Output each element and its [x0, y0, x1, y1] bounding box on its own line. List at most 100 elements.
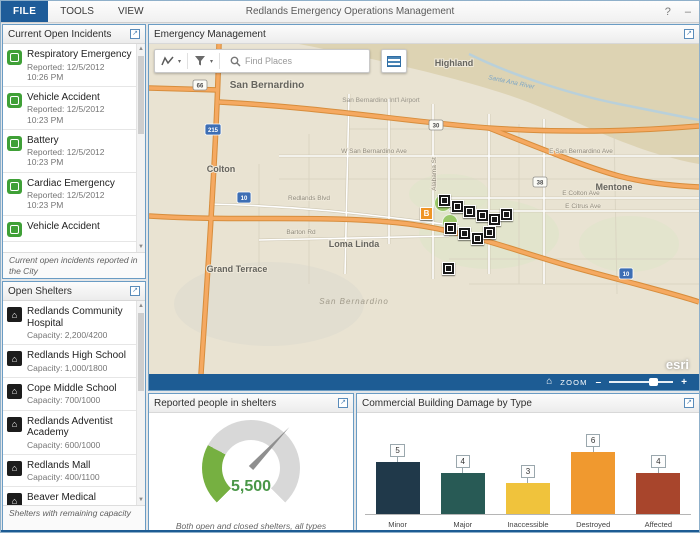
map-panel-title: Emergency Management: [154, 29, 266, 40]
incident-list-item[interactable]: Vehicle Accident Reported: 12/5/2012 10:…: [3, 87, 136, 130]
app-window: FILE TOOLS VIEW Redlands Emergency Opera…: [0, 0, 700, 533]
shelter-list-item[interactable]: Cope Middle School Capacity: 700/1000: [3, 378, 136, 411]
map-label: Colton: [207, 164, 236, 174]
zoom-slider[interactable]: [609, 381, 673, 383]
bar-chart-panel-title: Commercial Building Damage by Type: [362, 398, 532, 409]
shelter-list-item[interactable]: Redlands Community Hospital Capacity: 2,…: [3, 301, 136, 345]
chevron-down-icon[interactable]: [178, 58, 181, 65]
esri-logo: esri: [666, 357, 689, 372]
search-icon: [230, 56, 241, 67]
chevron-down-icon[interactable]: [210, 58, 213, 65]
damage-marker-icon[interactable]: [458, 227, 471, 240]
menu-tools[interactable]: TOOLS: [48, 1, 106, 22]
minimize-button[interactable]: –: [685, 6, 691, 18]
svg-text:66: 66: [197, 84, 204, 90]
zoom-label: ZOOM: [560, 378, 587, 387]
draw-tool-icon[interactable]: [161, 55, 174, 68]
menu-view[interactable]: VIEW: [106, 1, 156, 22]
find-places-input[interactable]: [245, 56, 363, 66]
bar-category-label: Minor: [370, 520, 426, 529]
zoom-out-button[interactable]: –: [596, 377, 602, 388]
scroll-thumb[interactable]: [138, 56, 144, 134]
scroll-thumb[interactable]: [138, 313, 144, 391]
incident-list-item[interactable]: Vehicle Accident: [3, 216, 136, 242]
damage-marker-icon[interactable]: [442, 262, 455, 275]
svg-text:10: 10: [241, 196, 248, 202]
svg-text:10: 10: [623, 272, 630, 278]
app-title: Redlands Emergency Operations Management: [246, 1, 454, 23]
home-icon[interactable]: [546, 374, 552, 390]
window-bottom-accent: [1, 530, 699, 532]
shelter-list-item[interactable]: Redlands Adventist Academy Capacity: 600…: [3, 411, 136, 455]
map-label: Grand Terrace: [207, 264, 268, 274]
shelter-icon: [7, 493, 22, 505]
incident-list-item[interactable]: Respiratory Emergency Reported: 12/5/201…: [3, 44, 136, 87]
interstate-shield: 10: [619, 268, 633, 279]
shelters-scrollbar[interactable]: [136, 301, 145, 505]
popout-icon[interactable]: [684, 398, 694, 408]
scroll-down-icon[interactable]: [137, 242, 145, 252]
map-label: Highland: [435, 58, 474, 68]
bar[interactable]: [636, 473, 680, 514]
shelter-icon: [7, 384, 22, 399]
incidents-panel-header: Current Open Incidents: [3, 25, 145, 44]
bar-chart-panel: Commercial Building Damage by Type 5 4 3: [356, 393, 700, 532]
damage-marker-icon[interactable]: [500, 208, 513, 221]
filter-icon[interactable]: [194, 55, 206, 67]
zoom-in-button[interactable]: +: [681, 377, 687, 388]
shelter-gauge: 5,500: [202, 420, 300, 516]
popout-icon[interactable]: [684, 29, 694, 39]
svg-text:38: 38: [537, 181, 544, 187]
incidents-panel: Current Open Incidents Respiratory Emerg…: [2, 24, 146, 279]
interstate-shield: 215: [205, 124, 221, 135]
shelter-list-item[interactable]: Beaver Medical: [3, 487, 136, 505]
scroll-up-icon[interactable]: [137, 301, 145, 311]
ems-incident-icon: [7, 93, 22, 108]
popout-icon[interactable]: [338, 398, 348, 408]
shelters-list: Redlands Community Hospital Capacity: 2,…: [3, 301, 136, 505]
bar[interactable]: [441, 473, 485, 514]
incidents-panel-footer: Current open incidents reported in the C…: [3, 252, 145, 278]
shelters-panel-header: Open Shelters: [3, 282, 145, 301]
bar-category-label: Inaccessible: [500, 520, 556, 529]
interstate-shield: 10: [237, 192, 251, 203]
damage-marker-icon[interactable]: [438, 194, 451, 207]
ems-incident-icon: [7, 136, 22, 151]
map-canvas[interactable]: 66 215 10 30 38 10 Highland San Bernardi…: [149, 44, 699, 374]
incident-list-item[interactable]: Battery Reported: 12/5/2012 10:23 PM: [3, 130, 136, 173]
menu-file[interactable]: FILE: [1, 1, 48, 22]
damage-marker-icon[interactable]: [444, 222, 457, 235]
help-button[interactable]: ?: [665, 6, 671, 18]
gauge-panel-title: Reported people in shelters: [154, 398, 276, 409]
map-label: San Bernardino: [230, 80, 304, 91]
bar-value-label: 3: [521, 465, 535, 478]
gauge-panel: Reported people in shelters 5,500 Both o…: [148, 393, 354, 532]
bar[interactable]: [376, 462, 420, 514]
street-label: W San Bernardino Ave: [341, 148, 407, 155]
bar-category-label: Affected: [630, 520, 686, 529]
ems-incident-icon: [7, 222, 22, 237]
incident-marker-icon[interactable]: B: [420, 207, 433, 220]
bar[interactable]: [506, 483, 550, 514]
street-label: Redlands Blvd: [288, 195, 330, 202]
zoom-bar: ZOOM – +: [149, 374, 699, 390]
scroll-up-icon[interactable]: [137, 44, 145, 54]
popout-icon[interactable]: [130, 29, 140, 39]
svg-text:215: 215: [208, 128, 219, 134]
map-toolbar: [154, 49, 370, 73]
shelter-icon: [7, 351, 22, 366]
route-shield: 66: [193, 80, 207, 90]
basemap-button[interactable]: [381, 49, 407, 73]
shelter-icon: [7, 461, 22, 476]
damage-marker-icon[interactable]: [463, 205, 476, 218]
bar[interactable]: [571, 452, 615, 514]
incidents-scrollbar[interactable]: [136, 44, 145, 252]
shelter-list-item[interactable]: Redlands High School Capacity: 1,000/180…: [3, 345, 136, 378]
incident-list-item[interactable]: Cardiac Emergency Reported: 12/5/2012 10…: [3, 173, 136, 216]
shelter-list-item[interactable]: Redlands Mall Capacity: 400/1100: [3, 455, 136, 488]
damage-marker-icon[interactable]: [483, 226, 496, 239]
bar-column: 5: [370, 444, 426, 514]
popout-icon[interactable]: [130, 286, 140, 296]
scroll-down-icon[interactable]: [137, 495, 145, 505]
zoom-slider-knob[interactable]: [649, 378, 658, 386]
